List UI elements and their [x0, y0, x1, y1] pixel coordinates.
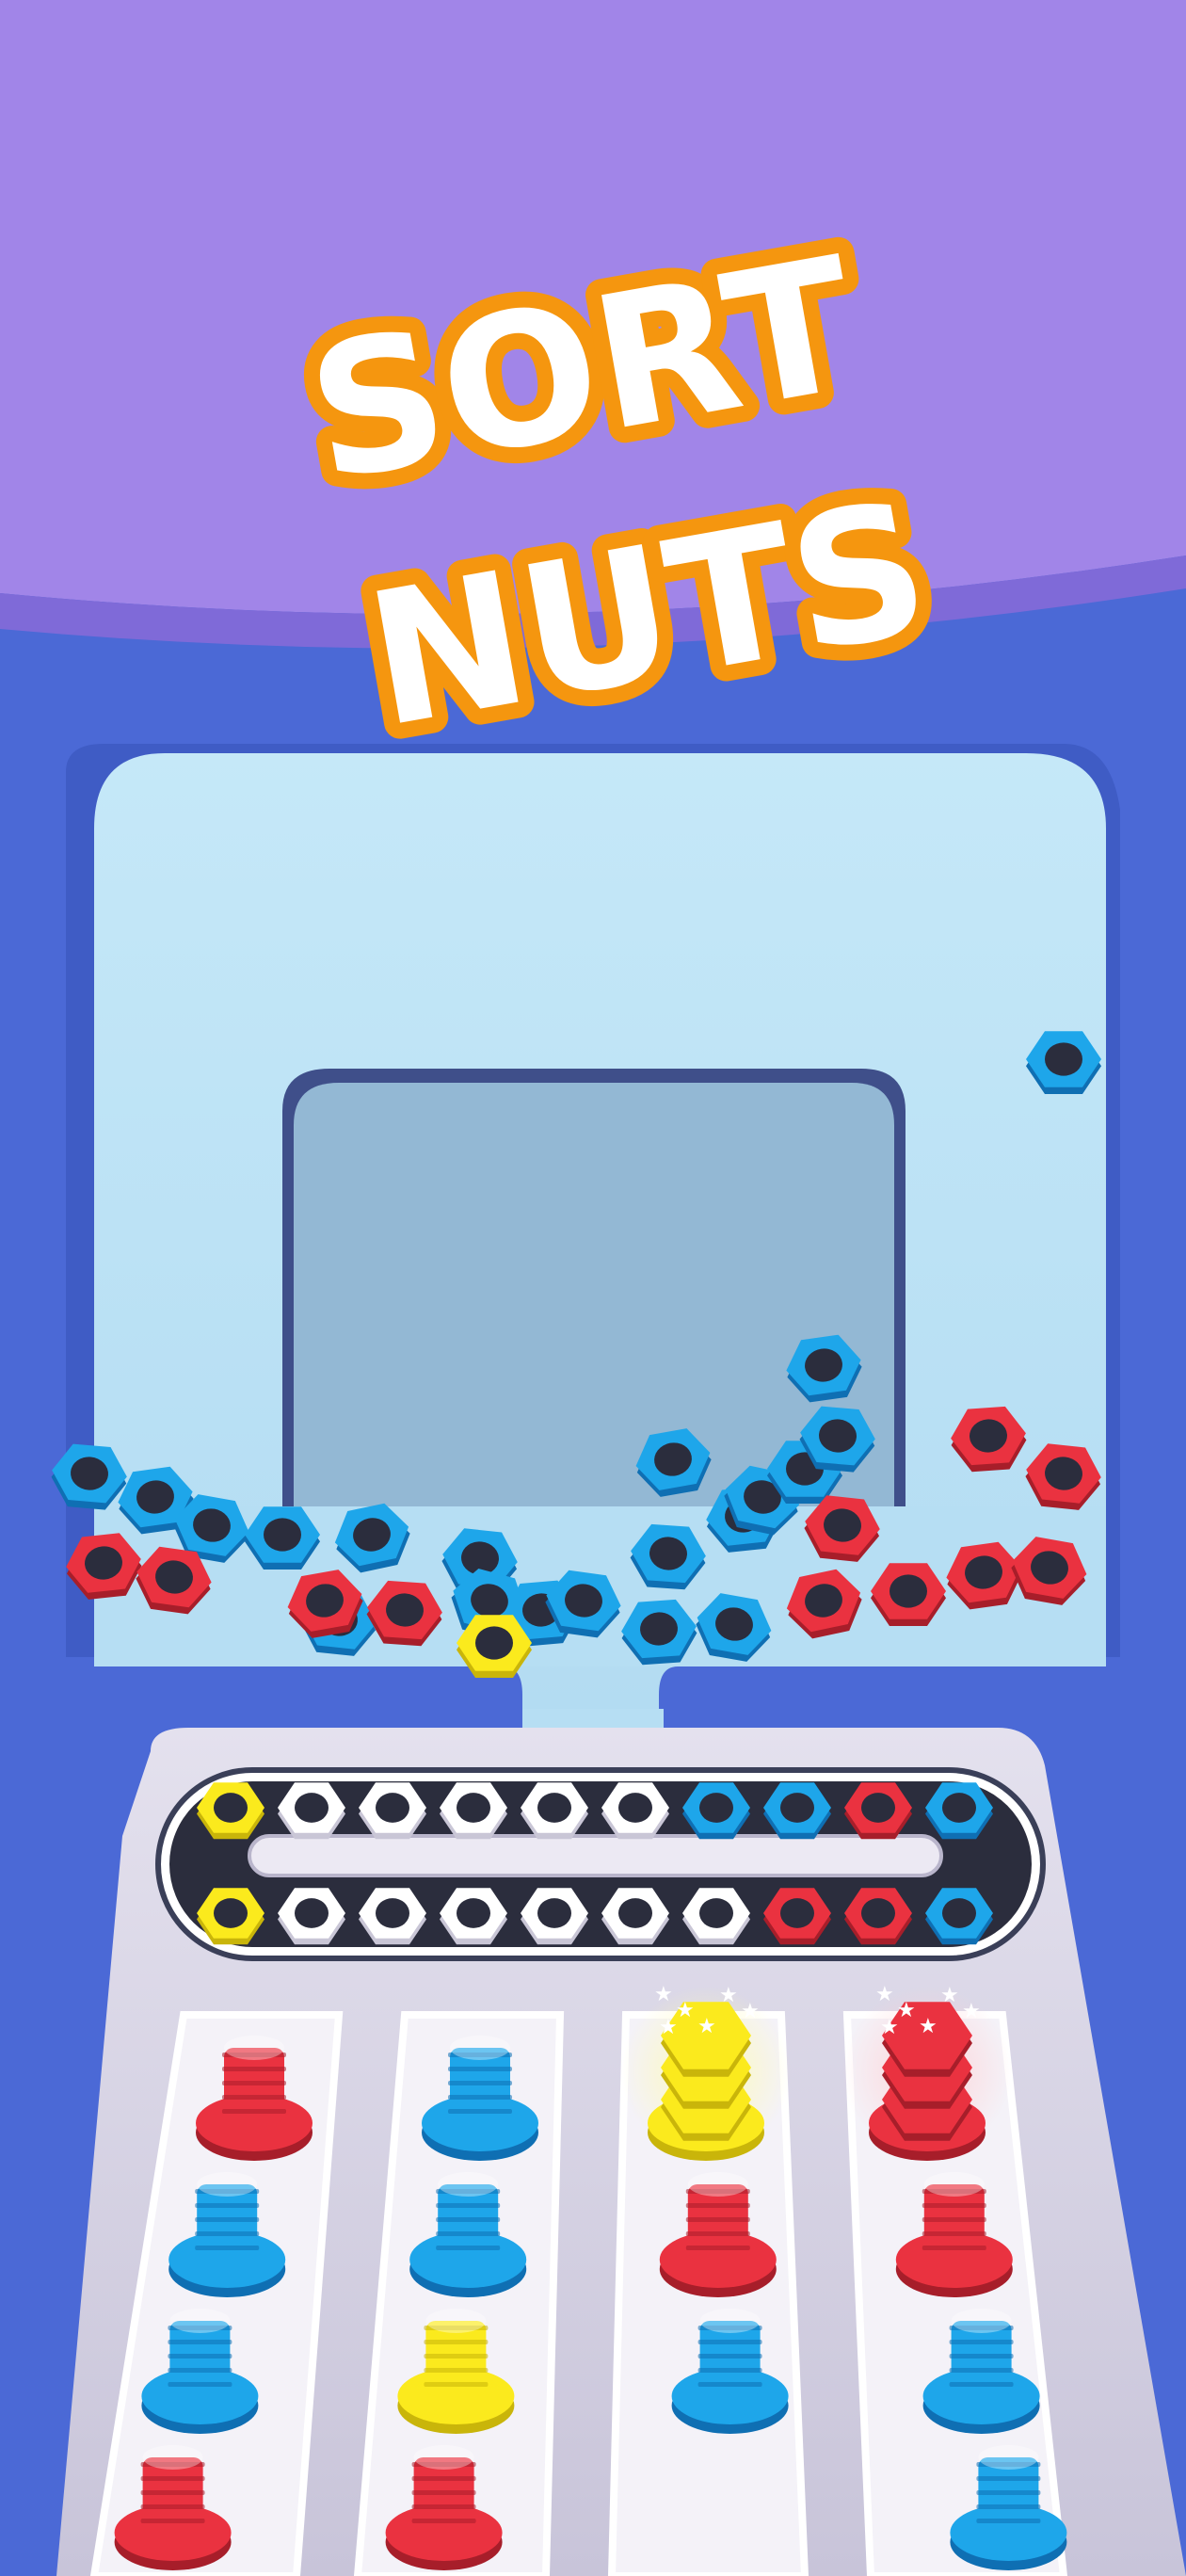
nut-tank [51, 744, 1120, 1709]
sparkle-icon: ★ [962, 2000, 981, 2023]
sorting-tray: ★★★★★★★★★★★★ [56, 1728, 1186, 2576]
sparkle-icon: ★ [654, 1983, 673, 2006]
conveyor-divider [248, 1834, 943, 1877]
sparkle-icon: ★ [919, 2015, 938, 2038]
sparkle-icon: ★ [875, 1983, 894, 2006]
sparkle-icon: ★ [719, 1984, 738, 2007]
sparkle-icon: ★ [659, 2016, 678, 2039]
game-scene: SORT NUTS ★★★★★★★★★★★★ [0, 0, 1186, 2576]
sparkle-icon: ★ [880, 2016, 899, 2039]
sparkle-icon: ★ [676, 1999, 695, 2022]
sparkle-icon: ★ [897, 1999, 916, 2022]
sparkle-icon: ★ [741, 2000, 760, 2023]
sparkle-icon: ★ [940, 1984, 959, 2007]
sparkle-icon: ★ [697, 2015, 716, 2038]
